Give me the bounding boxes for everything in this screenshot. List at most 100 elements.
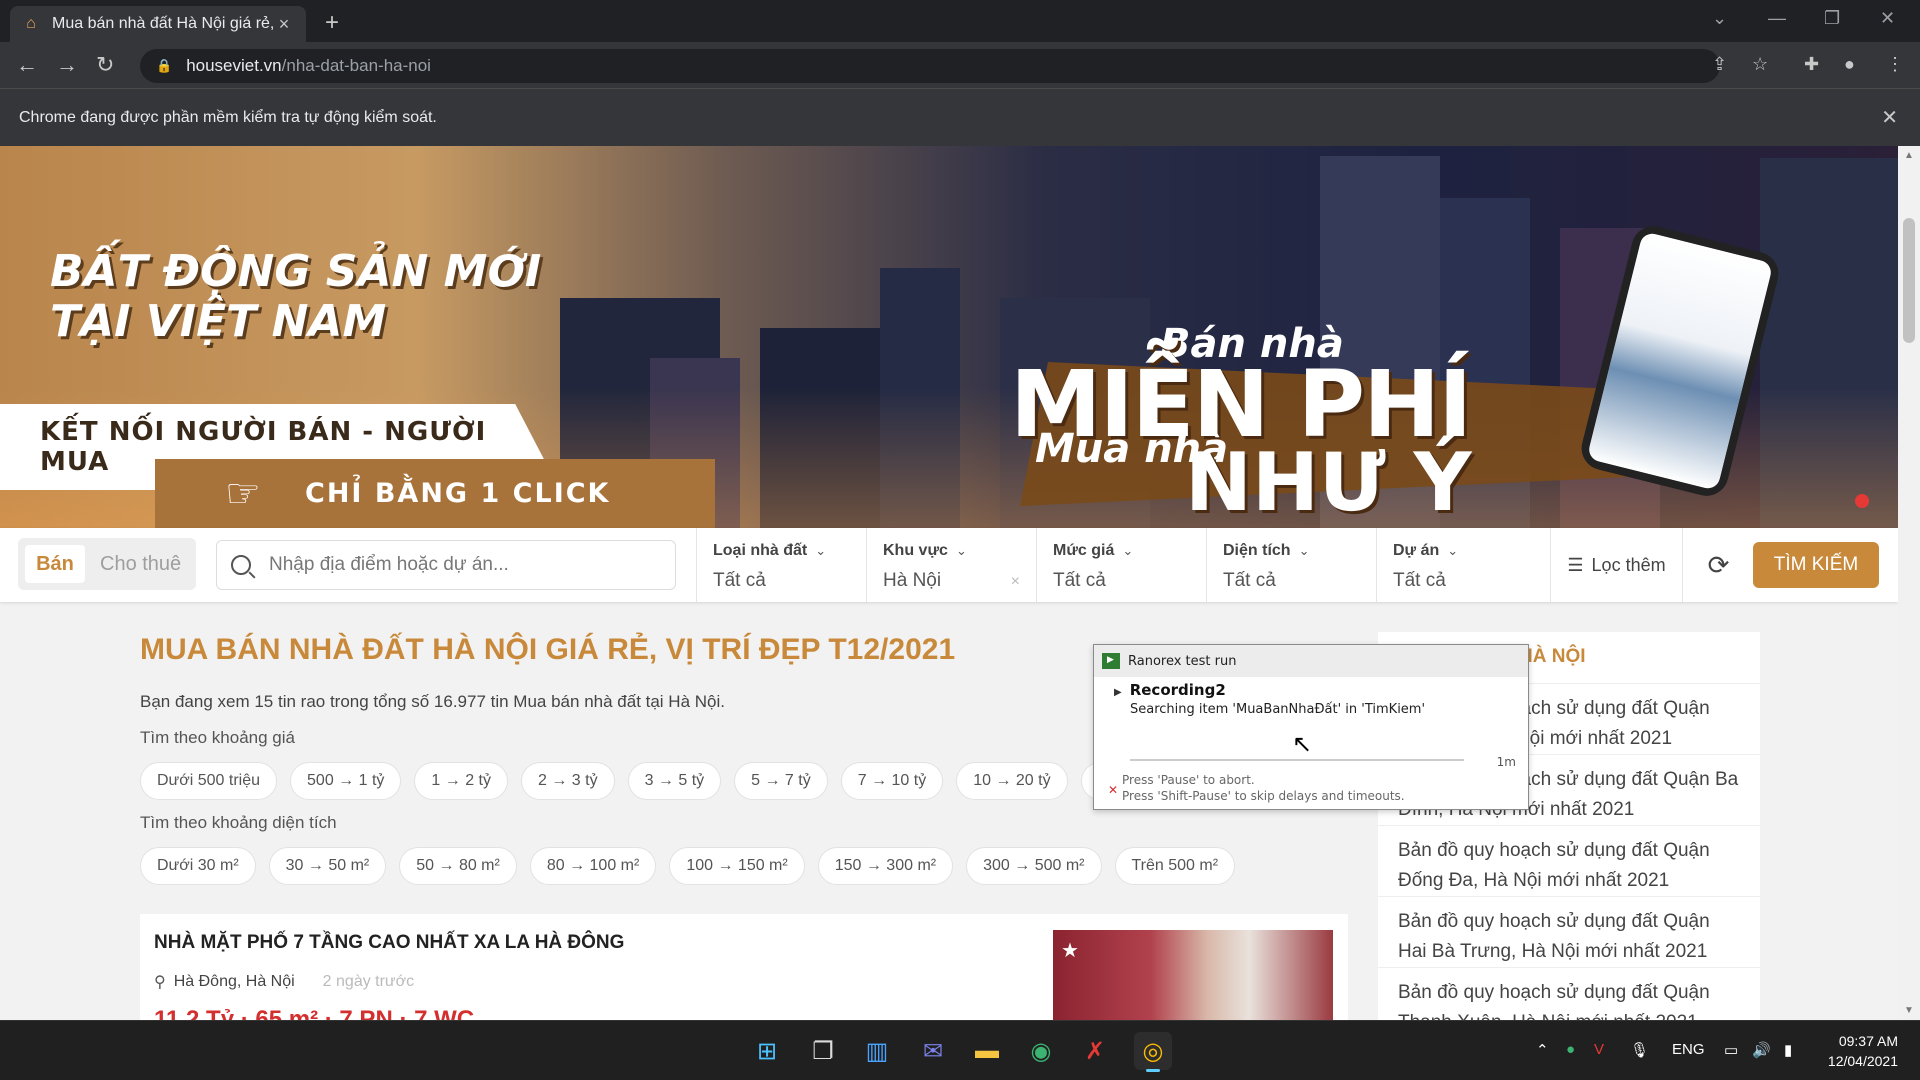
edge-icon[interactable]: ◉ (1022, 1032, 1060, 1070)
sidebar-link[interactable]: Bản đồ quy hoạch sử dụng đất Quận Đống Đ… (1378, 826, 1760, 897)
clear-icon[interactable]: × (1011, 573, 1020, 591)
search-bar: Bán Cho thuê Loại nhà đất ⌄ Tất cả Khu vự… (0, 528, 1898, 602)
scroll-up-icon[interactable]: ▲ (1904, 150, 1914, 161)
tray-app-icon[interactable]: ● (1566, 1041, 1575, 1058)
price-chip[interactable]: Dưới 500 triệu (140, 762, 278, 800)
tab-search-icon[interactable]: ⌄ (1712, 8, 1727, 29)
ranorex-app-icon[interactable]: ✗ (1076, 1032, 1114, 1070)
volume-icon[interactable]: 🔊 (1752, 1041, 1771, 1059)
listing-title[interactable]: NHÀ MẶT PHỐ 7 TẦNG CAO NHẤT XA LA HÀ ĐÔN… (154, 932, 624, 954)
recording-name: Recording2 (1129, 681, 1226, 699)
ranorex-status: Searching item 'MuaBanNhaĐất' in 'TimKie… (1130, 702, 1426, 717)
filter-value: Tất cả (1053, 570, 1106, 591)
forward-icon[interactable]: → (56, 52, 78, 78)
price-chip[interactable]: 1 → 2 tỷ (414, 762, 508, 800)
menu-kebab-icon[interactable]: ⋮ (1886, 54, 1904, 75)
search-submit-button[interactable]: TÌM KIẾM (1753, 542, 1879, 588)
chrome-icon[interactable]: ◎ (1134, 1032, 1172, 1072)
scroll-down-icon[interactable]: ▼ (1904, 1005, 1914, 1016)
transaction-toggle: Bán Cho thuê (18, 538, 196, 590)
ranorex-titlebar: Ranorex test run (1094, 645, 1528, 677)
address-bar[interactable]: 🔒 houseviet.vn/nha-dat-ban-ha-noi (140, 49, 1720, 83)
reload-icon[interactable]: ↻ (96, 52, 114, 78)
bookmark-star-icon[interactable]: ☆ (1752, 54, 1768, 75)
reset-filters-button[interactable]: ⟳ (1682, 528, 1754, 602)
share-icon[interactable]: ⇪ (1712, 54, 1727, 75)
ranorex-title: Ranorex test run (1128, 653, 1237, 669)
new-tab-button[interactable]: + (325, 9, 339, 37)
tab-close-icon[interactable]: × (274, 14, 294, 35)
area-chip[interactable]: 80 → 100 m² (529, 847, 657, 885)
task-view-icon[interactable]: ❐ (804, 1032, 842, 1070)
file-explorer-icon[interactable]: ▬ (968, 1032, 1006, 1070)
sidebar-link[interactable]: Bản đồ quy hoạch sử dụng đất Quận Hai Bà… (1378, 897, 1760, 968)
extensions-icon[interactable]: ✚ (1804, 54, 1819, 75)
url-host: houseviet.vn (186, 56, 282, 75)
site-favicon-icon: ⌂ (26, 15, 36, 32)
microphone-icon[interactable]: 🎙 (1630, 1041, 1649, 1059)
area-chip[interactable]: Dưới 30 m² (140, 847, 256, 885)
price-chip[interactable]: 5 → 7 tỷ (734, 762, 828, 800)
refresh-icon: ⟳ (1707, 549, 1730, 580)
area-chip[interactable]: 30 → 50 m² (268, 847, 387, 885)
browser-toolbar: ← → ↻ 🔒 houseviet.vn/nha-dat-ban-ha-noi … (0, 42, 1920, 88)
search-input[interactable] (269, 554, 649, 576)
filter-price[interactable]: Mức giá ⌄ Tất cả (1036, 528, 1206, 602)
filter-property-type[interactable]: Loại nhà đất ⌄ Tất cả (696, 528, 866, 602)
filter-project[interactable]: Dự án ⌄ Tất cả (1376, 528, 1546, 602)
price-chip[interactable]: 7 → 10 tỷ (840, 762, 944, 800)
infobar-close-icon[interactable]: ✕ (1881, 105, 1898, 130)
network-icon[interactable]: ▭ (1724, 1041, 1738, 1059)
mode-ban-button[interactable]: Bán (25, 545, 85, 583)
carousel-indicator[interactable] (1855, 494, 1869, 508)
expand-triangle-icon[interactable]: ▶ (1114, 687, 1122, 698)
windows-start-icon[interactable]: ⊞ (748, 1032, 786, 1070)
area-chip[interactable]: Trên 500 m² (1114, 847, 1236, 885)
browser-tab[interactable]: ⌂ Mua bán nhà đất Hà Nội giá rẻ, vị trí … (10, 6, 306, 42)
filter-value: Tất cả (713, 570, 766, 591)
banner-nhu-y: NHƯ Ý (1185, 436, 1472, 528)
lock-icon[interactable]: 🔒 (156, 58, 172, 74)
featured-star-icon: ★ (1061, 940, 1079, 962)
listing-thumbnail[interactable]: ★ (1053, 930, 1333, 1020)
restore-button[interactable]: ❐ (1824, 8, 1840, 29)
price-chip[interactable]: 500 → 1 tỷ (290, 762, 402, 800)
abort-icon: ✕ (1108, 783, 1119, 797)
battery-icon[interactable]: ▮ (1784, 1041, 1792, 1059)
hero-banner[interactable]: BẤT ĐỘNG SẢN MỚI TẠI VIỆT NAM KẾT NỐI NG… (0, 146, 1898, 528)
area-chip[interactable]: 100 → 150 m² (669, 847, 805, 885)
teams-chat-icon[interactable]: ✉ (914, 1032, 952, 1070)
sidebar-link[interactable]: Bản đồ quy hoạch sử dụng đất Quận Thanh … (1378, 968, 1760, 1020)
filter-size[interactable]: Diện tích ⌄ Tất cả (1206, 528, 1376, 602)
ranorex-progress-bar (1130, 759, 1464, 761)
price-range-label: Tìm theo khoảng giá (140, 728, 295, 747)
profile-icon[interactable]: ● (1844, 54, 1855, 75)
area-chip[interactable]: 50 → 80 m² (399, 847, 517, 885)
system-clock[interactable]: 09:37 AM 12/04/2021 (1828, 1031, 1898, 1071)
scrollbar-thumb[interactable] (1903, 218, 1915, 343)
minimize-button[interactable]: — (1768, 8, 1786, 29)
automation-notice: Chrome đang được phần mềm kiểm tra tự độ… (19, 108, 437, 126)
more-filters-button[interactable]: ☰ Lọc thêm (1550, 528, 1682, 602)
back-icon[interactable]: ← (16, 52, 38, 78)
widgets-icon[interactable]: ▥ (858, 1032, 896, 1070)
page-scrollbar[interactable]: ▲ ▼ (1898, 146, 1920, 1020)
price-chip[interactable]: 2 → 3 tỷ (520, 762, 615, 800)
price-range-chips: Dưới 500 triệu 500 → 1 tỷ 1 → 2 tỷ 2 → 3… (140, 762, 1153, 800)
recording-row[interactable]: ▶ Recording2 (1114, 681, 1226, 699)
listing-card[interactable]: NHÀ MẶT PHỐ 7 TẦNG CAO NHẤT XA LA HÀ ĐÔN… (140, 914, 1348, 1020)
price-chip[interactable]: 10 → 20 tỷ (956, 762, 1068, 800)
filter-area[interactable]: Khu vực ⌄ Hà Nội × (866, 528, 1036, 602)
tray-v-icon[interactable]: V (1594, 1041, 1604, 1058)
window-close-button[interactable]: ✕ (1880, 8, 1895, 29)
price-chip[interactable]: 3 → 5 tỷ (627, 762, 722, 800)
area-chip[interactable]: 300 → 500 m² (966, 847, 1102, 885)
area-chip[interactable]: 150 → 300 m² (817, 847, 954, 885)
chevron-down-icon: ⌄ (1122, 543, 1134, 558)
mode-thue-button[interactable]: Cho thuê (100, 545, 181, 583)
tray-overflow-icon[interactable]: ⌃ (1536, 1041, 1549, 1059)
language-indicator[interactable]: ENG (1672, 1041, 1705, 1058)
results-summary: Bạn đang xem 15 tin rao trong tổng số 16… (140, 692, 725, 711)
banner-click-strip: ☞ CHỈ BẰNG 1 CLICK (155, 459, 715, 528)
browser-tab-bar: ⌂ Mua bán nhà đất Hà Nội giá rẻ, vị trí … (0, 0, 1920, 42)
